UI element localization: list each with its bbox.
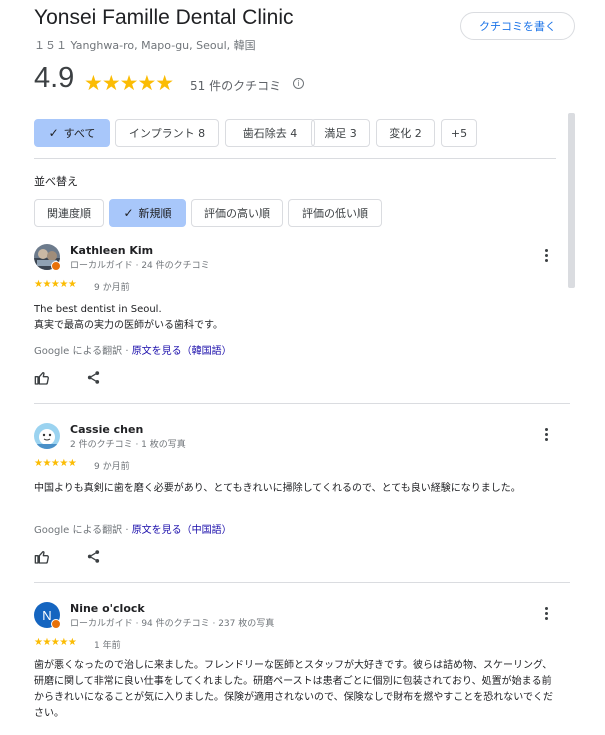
see-original-link[interactable]: 原文を見る（中国語）: [132, 525, 232, 536]
sort-chip-relevance[interactable]: 関連度順: [34, 199, 104, 227]
local-guide-badge-icon: [51, 261, 61, 271]
reviewer-name[interactable]: Nine o'clock: [70, 602, 145, 615]
divider: [34, 158, 556, 159]
filter-chip-implant[interactable]: インプラント 8: [115, 119, 219, 147]
review-text: 中国よりも真剣に歯を磨く必要があり、とてもきれいに掃除してくれるので、とても良い…: [34, 483, 521, 494]
see-original-link[interactable]: 原文を見る（韓国語）: [132, 346, 232, 357]
more-options-icon[interactable]: [540, 606, 552, 624]
info-icon[interactable]: i: [293, 78, 304, 89]
translation-note: Google による翻訳 · 原文を見る（中国語）: [34, 525, 232, 536]
share-icon[interactable]: [86, 549, 101, 564]
review-stars: ★★★★★: [34, 279, 77, 290]
reviewer-name[interactable]: Cassie chen: [70, 423, 143, 436]
review-item: Kathleen Kim ローカルガイド · 24 件のクチコミ ★★★★★ 9…: [34, 244, 570, 394]
place-address: １５１ Yanghwa-ro, Mapo-gu, Seoul, 韓国: [34, 39, 256, 52]
review-stars: ★★★★★: [34, 637, 77, 648]
average-rating: 4.9: [34, 62, 75, 94]
sort-options-row: 関連度順 ✓ 新規順 評価の高い順 評価の低い順: [34, 199, 574, 229]
check-icon: ✓: [123, 206, 134, 220]
review-date: 9 か月前: [94, 462, 130, 472]
write-review-button[interactable]: クチコミを書く: [460, 12, 575, 40]
thumbs-up-icon[interactable]: [34, 549, 50, 565]
sort-label: 並べ替え: [34, 175, 78, 188]
filter-chip-scaling[interactable]: 歯石除去 4: [225, 119, 315, 147]
review-item: N Nine o'clock ローカルガイド · 94 件のクチコミ · 237…: [34, 602, 570, 735]
review-count: 51 件のクチコミ: [190, 79, 282, 93]
review-date: 9 か月前: [94, 283, 130, 293]
sort-chip-highest[interactable]: 評価の高い順: [191, 199, 283, 227]
rating-stars: ★★★★★: [84, 71, 174, 95]
check-icon: ✓: [48, 126, 59, 140]
filter-chip-all[interactable]: ✓ すべて: [34, 119, 110, 147]
place-title: Yonsei Famille Dental Clinic: [34, 6, 294, 29]
reviewer-meta: ローカルガイド · 94 件のクチコミ · 237 枚の写真: [70, 619, 275, 629]
sort-chip-newest[interactable]: ✓ 新規順: [109, 199, 186, 227]
review-text: The best dentist in Seoul. 真実で最高の実力の医師がい…: [34, 302, 554, 334]
reviewer-name[interactable]: Kathleen Kim: [70, 244, 153, 257]
translation-note: Google による翻訳 · 原文を見る（韓国語）: [34, 346, 232, 357]
local-guide-badge-icon: [51, 619, 61, 629]
review-date: 1 年前: [94, 641, 121, 651]
review-text-line: The best dentist in Seoul.: [34, 304, 162, 315]
review-stars: ★★★★★: [34, 458, 77, 469]
thumbs-up-icon[interactable]: [34, 370, 50, 386]
reviewer-meta: 2 件のクチコミ · 1 枚の写真: [70, 440, 186, 450]
filter-chip-more[interactable]: +5: [441, 119, 477, 147]
more-options-icon[interactable]: [540, 248, 552, 266]
review-text-line: 真実で最高の実力の医師がいる歯科です。: [34, 320, 223, 331]
filter-chip-satisfied[interactable]: 満足 3: [311, 119, 370, 147]
reviewer-meta: ローカルガイド · 24 件のクチコミ: [70, 261, 210, 271]
sort-chip-lowest[interactable]: 評価の低い順: [288, 199, 382, 227]
filter-chip-change[interactable]: 変化 2: [376, 119, 435, 147]
divider: [34, 403, 570, 404]
avatar[interactable]: [34, 423, 60, 449]
review-item: Cassie chen 2 件のクチコミ · 1 枚の写真 ★★★★★ 9 か月…: [34, 423, 570, 573]
topic-filter-row: ✓ すべて インプラント 8 歯石除去 4 満足 3 変化 2 +5: [34, 119, 574, 149]
share-icon[interactable]: [86, 370, 101, 385]
divider: [34, 582, 570, 583]
review-text: 歯が悪くなったので治しに来ました。フレンドリーな医師とスタッフが大好きです。彼ら…: [34, 660, 553, 719]
more-options-icon[interactable]: [540, 427, 552, 445]
